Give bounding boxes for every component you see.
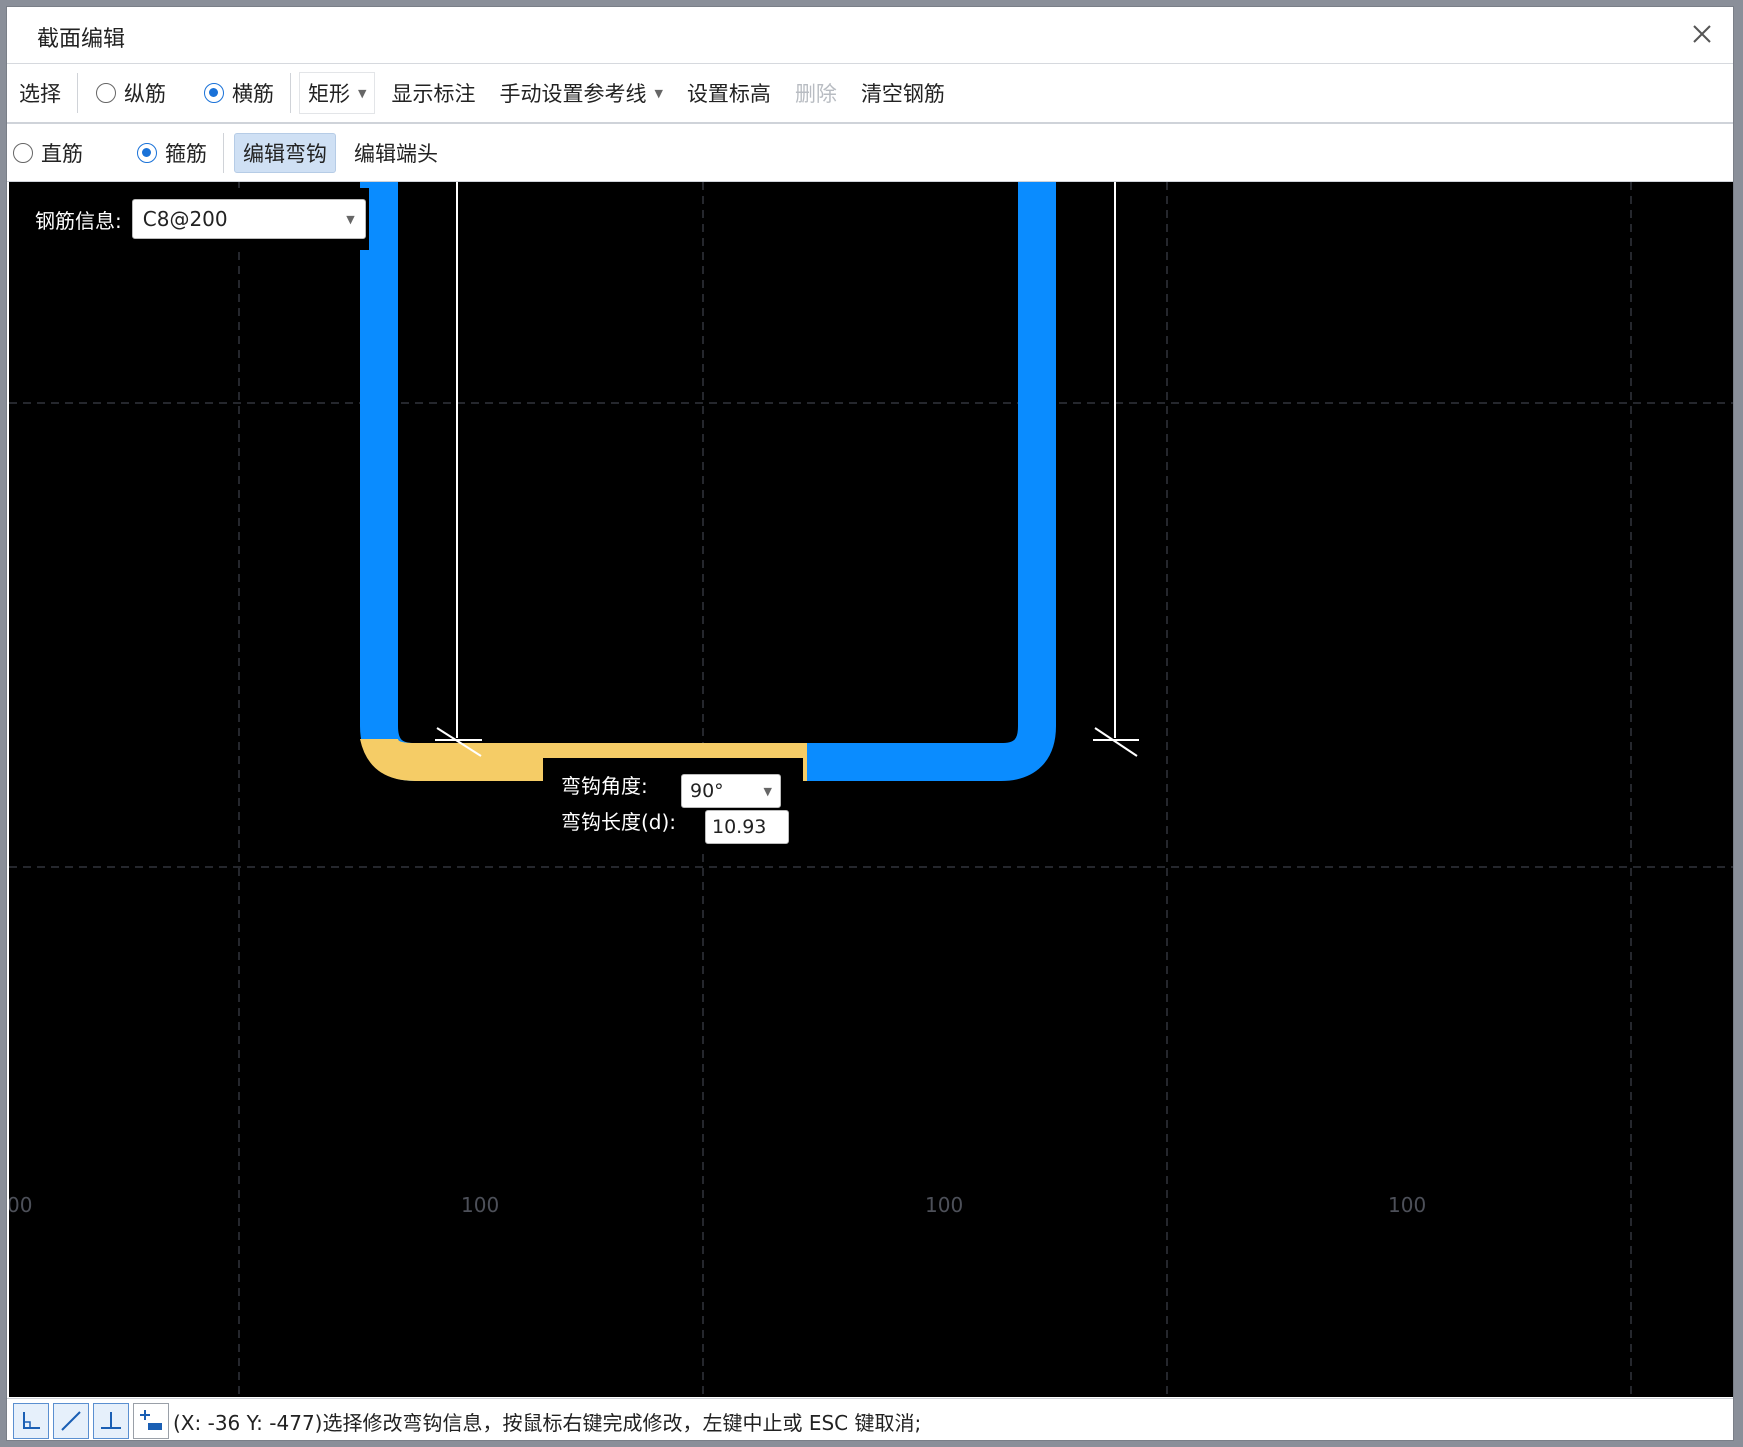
radio-longitudinal[interactable]: 纵筋 [82,64,178,122]
set-elevation-label: 设置标高 [686,82,771,106]
delete-label: 删除 [794,82,837,106]
hook-angle-label: 弯钩角度: [561,774,648,798]
perpendicular-snap-icon [101,1412,121,1429]
radio-transverse[interactable]: 横筋 [178,64,286,122]
section-edit-dialog: 截面编辑 选择 纵筋 横筋 矩形 ▼ 显示标注 手动设置参考线 ▼ 设置标高 删… [6,6,1734,1441]
radio-checked-icon [137,142,157,163]
main-toolbar: 选择 纵筋 横筋 矩形 ▼ 显示标注 手动设置参考线 ▼ 设置标高 删除 清空钢… [7,64,1733,124]
rebar-info-label: 钢筋信息: [35,208,122,233]
rebar-info-value: C8@200 [142,207,228,231]
rebar-info-select[interactable]: C8@200 ▼ [131,199,366,239]
edit-hook-label: 编辑弯钩 [243,141,327,166]
title-bar: 截面编辑 [7,7,1733,64]
diagonal-snap-button[interactable] [53,1403,89,1439]
show-annotation-label: 显示标注 [391,82,476,106]
radio-circle-icon [96,83,116,103]
hook-editor-panel: 弯钩角度: 90° ▼ 弯钩长度(d): [543,758,803,854]
manual-refline-label: 手动设置参考线 [499,82,647,106]
scale-label: 100 [925,1193,964,1217]
radio-straight-label: 直筋 [41,141,83,166]
manual-refline-dropdown[interactable]: 手动设置参考线 ▼ [487,64,674,122]
scale-label: 100 [1388,1193,1427,1217]
shape-label: 矩形 [308,82,350,106]
reference-line-left [435,182,482,757]
hook-angle-value: 90° [690,780,724,802]
radio-longitudinal-label: 纵筋 [124,82,166,106]
scale-label: 100 [461,1193,500,1217]
select-button[interactable]: 选择 [7,64,73,122]
stirrup-rebar[interactable] [360,182,1056,781]
toolbar-divider [223,132,224,173]
hook-angle-select[interactable]: 90° ▼ [681,774,781,808]
dialog-title: 截面编辑 [37,27,126,52]
radio-transverse-label: 横筋 [232,82,274,106]
delete-button[interactable]: 删除 [783,64,849,122]
radio-straight[interactable]: 直筋 [7,124,95,181]
section-drawing [9,182,1733,1397]
status-bar: (X: -36 Y: -477)选择修改弯钩信息，按鼠标右键完成修改，左键中止或… [7,1398,1733,1440]
add-point-button[interactable] [133,1403,169,1439]
chevron-down-icon: ▼ [346,212,355,226]
clear-rebar-button[interactable]: 清空钢筋 [849,64,957,122]
show-annotation-button[interactable]: 显示标注 [379,64,487,122]
add-point-icon [140,1410,162,1430]
rebar-info-panel: 钢筋信息: C8@200 ▼ [21,188,369,250]
hook-length-label: 弯钩长度(d): [561,810,677,834]
diagonal-snap-icon [61,1411,81,1431]
radio-checked-icon [204,83,224,103]
close-icon [1693,25,1711,43]
corner-snap-button[interactable] [13,1403,49,1439]
corner-snap-icon [23,1412,40,1429]
set-elevation-button[interactable]: 设置标高 [675,64,783,122]
chevron-down-icon: ▼ [763,784,772,798]
grid-lines [9,182,1733,1397]
chevron-down-icon: ▼ [358,86,367,100]
clear-rebar-label: 清空钢筋 [860,82,945,106]
hook-length-input[interactable] [705,810,789,844]
chevron-down-icon: ▼ [654,86,663,100]
drawing-canvas[interactable]: 钢筋信息: C8@200 ▼ 弯钩角度: 90° ▼ 弯钩长度(d): 00 1… [9,182,1733,1397]
radio-circle-icon [13,142,33,163]
edit-end-tab[interactable]: 编辑端头 [342,124,450,181]
perpendicular-snap-button[interactable] [93,1403,129,1439]
reference-line-right [1093,182,1139,757]
edit-hook-tab[interactable]: 编辑弯钩 [228,124,342,181]
toolbar-divider [77,73,78,113]
toolbar-divider [290,73,291,113]
edit-end-label: 编辑端头 [354,141,438,166]
status-message: (X: -36 Y: -477)选择修改弯钩信息，按鼠标右键完成修改，左键中止或… [173,1410,922,1435]
rebar-type-toolbar: 直筋 箍筋 编辑弯钩 编辑端头 [7,124,1733,182]
scale-label: 00 [9,1193,33,1217]
select-label: 选择 [19,82,61,106]
close-button[interactable] [1685,17,1719,51]
radio-stirrup-label: 箍筋 [165,141,207,166]
radio-stirrup[interactable]: 箍筋 [95,124,219,181]
shape-dropdown[interactable]: 矩形 ▼ [295,64,379,122]
